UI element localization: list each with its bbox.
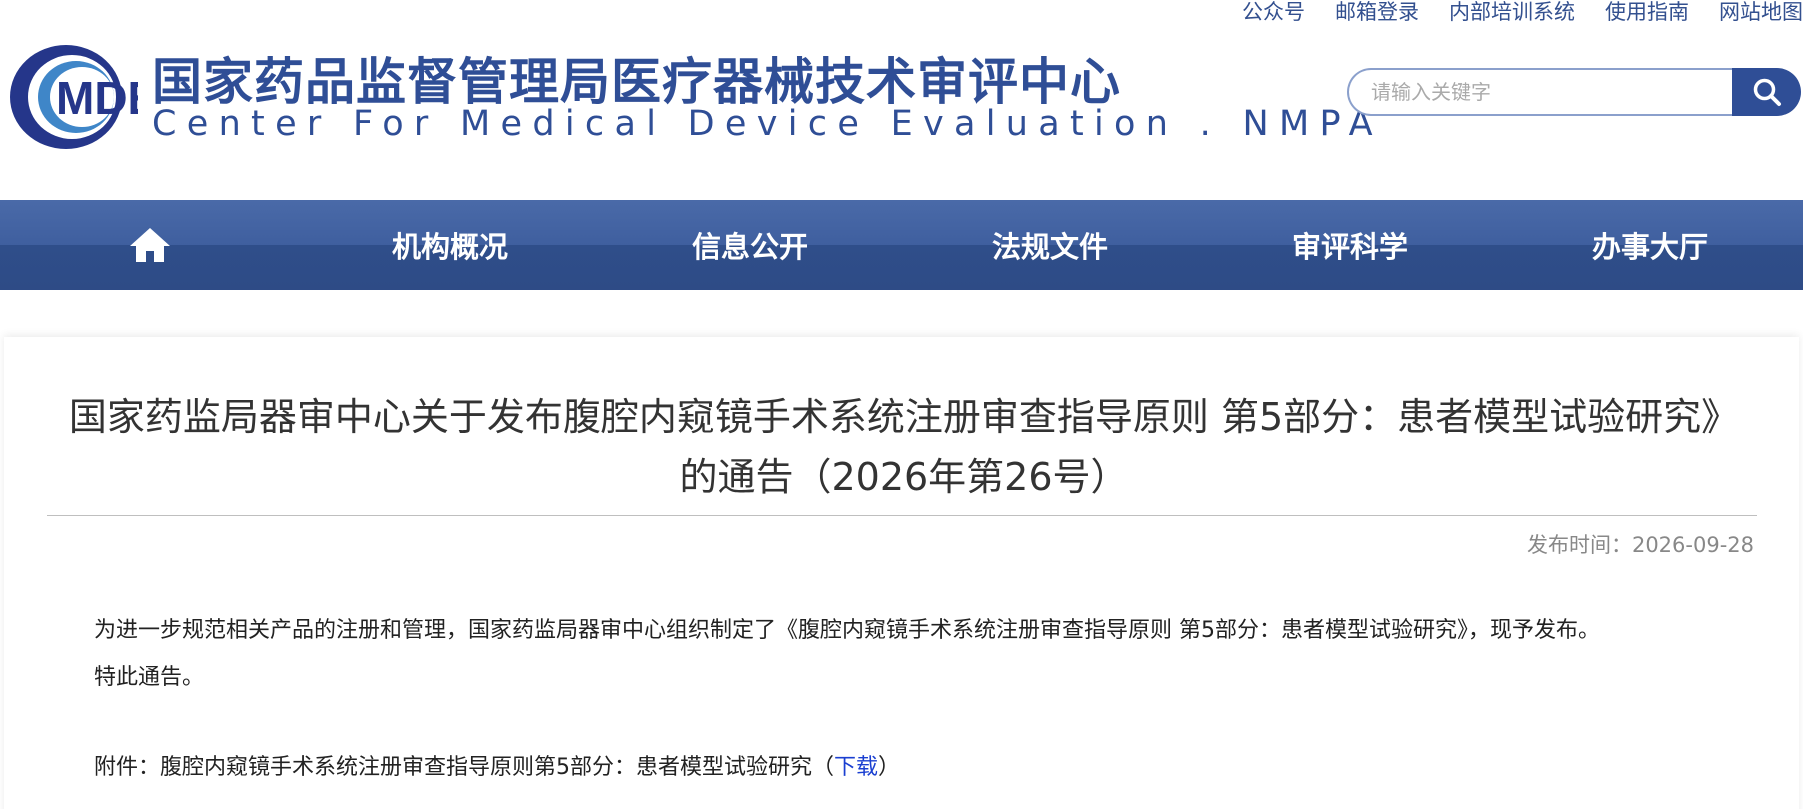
top-link-sitemap[interactable]: 网站地图	[1719, 0, 1803, 24]
nav-home[interactable]	[0, 200, 300, 290]
site-logo[interactable]: MDE	[6, 40, 158, 154]
top-link-training-system[interactable]: 内部培训系统	[1449, 0, 1575, 24]
attachment-label: 附件：腹腔内窥镜手术系统注册审查指导原则第5部分：患者模型试验研究（	[94, 755, 834, 780]
search-button[interactable]	[1732, 68, 1801, 116]
nav-item-info-disclosure[interactable]: 信息公开	[600, 200, 900, 290]
article-body: 为进一步规范相关产品的注册和管理，国家药监局器审中心组织制定了《腹腔内窥镜手术系…	[94, 607, 1754, 701]
nav-item-review-science[interactable]: 审评科学	[1200, 200, 1500, 290]
attachment-close: ）	[878, 755, 901, 780]
nav-item-about[interactable]: 机构概况	[300, 200, 600, 290]
article-closing: 特此通告。	[94, 665, 205, 690]
article-paragraph: 为进一步规范相关产品的注册和管理，国家药监局器审中心组织制定了《腹腔内窥镜手术系…	[94, 618, 1600, 643]
site-title-en: Center For Medical Device Evaluation . N…	[152, 104, 1383, 144]
main-nav: 机构概况 信息公开 法规文件 审评科学 办事大厅	[0, 200, 1803, 290]
search-bar	[1347, 68, 1801, 116]
top-link-guide[interactable]: 使用指南	[1605, 0, 1689, 24]
nav-item-service-hall[interactable]: 办事大厅	[1500, 200, 1800, 290]
attachment-line: 附件：腹腔内窥镜手术系统注册审查指导原则第5部分：患者模型试验研究（下载）	[94, 749, 900, 781]
nav-item-regulations[interactable]: 法规文件	[900, 200, 1200, 290]
top-link-mail-login[interactable]: 邮箱登录	[1335, 0, 1419, 24]
publish-date: 发布时间：2026-09-28	[1527, 529, 1754, 559]
top-links: 公众号 邮箱登录 内部培训系统 使用指南 网站地图	[1242, 0, 1803, 24]
article-card: 国家药监局器审中心关于发布腹腔内窥镜手术系统注册审查指导原则 第5部分：患者模型…	[4, 337, 1799, 809]
publish-date-label: 发布时间：	[1526, 533, 1632, 557]
top-link-wechat[interactable]: 公众号	[1242, 0, 1305, 24]
title-divider	[47, 515, 1757, 516]
logo-text: MDE	[56, 72, 138, 124]
article-title: 国家药监局器审中心关于发布腹腔内窥镜手术系统注册审查指导原则 第5部分：患者模型…	[68, 395, 1740, 499]
home-icon	[130, 228, 170, 262]
search-icon	[1753, 78, 1781, 106]
download-link[interactable]: 下载	[834, 755, 878, 780]
search-input[interactable]	[1347, 68, 1732, 116]
publish-date-value: 2026-09-28	[1631, 533, 1754, 557]
